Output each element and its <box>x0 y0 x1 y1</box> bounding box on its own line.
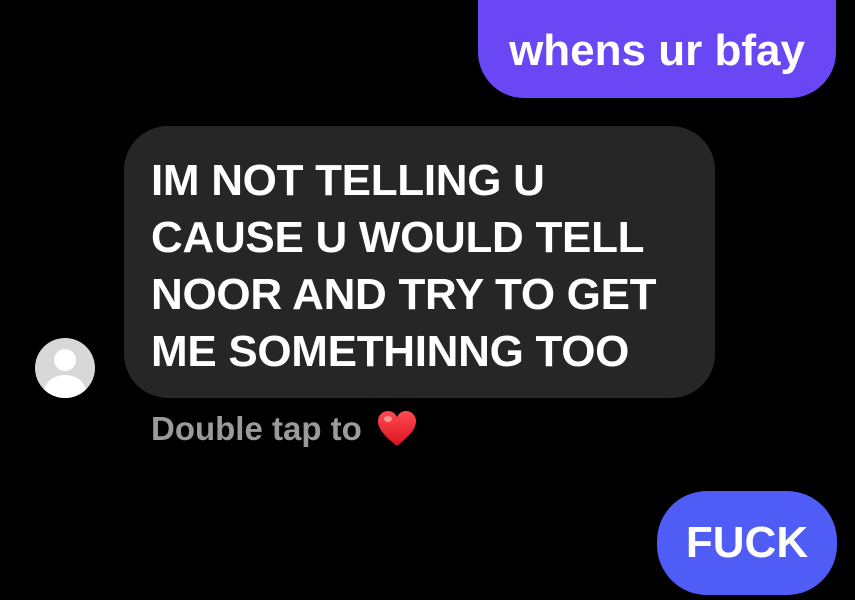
incoming-message-bubble[interactable]: IM NOT TELLING U CAUSE U WOULD TELL NOOR… <box>124 126 715 398</box>
incoming-message-line: NOOR AND TRY TO GET <box>151 270 657 319</box>
default-profile-icon <box>54 349 76 371</box>
outgoing-message-text: FUCK <box>685 518 809 567</box>
outgoing-message-text: whens ur bfay <box>509 26 805 75</box>
outgoing-message-bubble[interactable]: FUCK <box>657 491 837 595</box>
incoming-message-line: ME SOMETHINNG TOO <box>151 327 630 376</box>
outgoing-message-bubble[interactable]: whens ur bfay <box>478 0 836 98</box>
reaction-hint-label: Double tap to <box>151 410 362 447</box>
heart-icon <box>377 411 416 446</box>
incoming-message-line: CAUSE U WOULD TELL <box>151 213 645 262</box>
avatar-shoulders <box>44 375 86 398</box>
sender-avatar[interactable] <box>35 338 95 398</box>
double-tap-reaction-hint: Double tap to <box>151 408 418 450</box>
message-thread: whens ur bfay IM NOT TELLING U CAUSE U W… <box>0 0 855 600</box>
incoming-message-line: IM NOT TELLING U <box>151 156 545 205</box>
